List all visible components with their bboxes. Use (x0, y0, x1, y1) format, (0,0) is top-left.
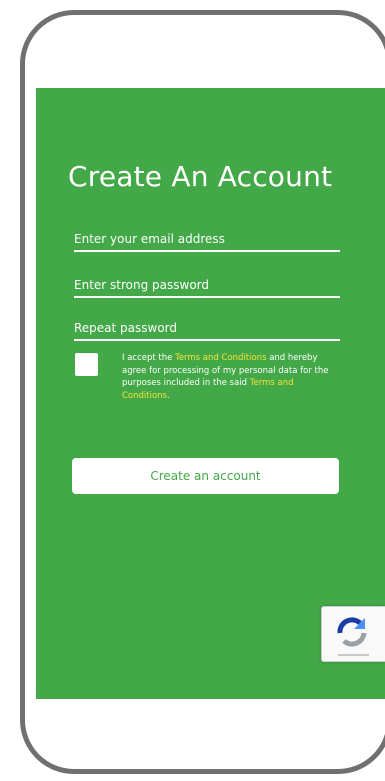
recaptcha-caption (338, 654, 369, 656)
password-field[interactable] (74, 274, 340, 298)
terms-text-part-1: I accept the (122, 353, 176, 363)
recaptcha-badge[interactable] (321, 606, 385, 662)
create-account-button[interactable]: Create an account (72, 458, 339, 494)
terms-link[interactable]: Terms and Conditions (175, 353, 266, 363)
recaptcha-icon (337, 617, 367, 647)
terms-checkbox[interactable] (75, 353, 98, 376)
email-field[interactable] (74, 228, 340, 252)
repeat-password-field[interactable] (74, 317, 340, 341)
signup-screen: Create An Account I accept the Terms and… (36, 88, 385, 699)
password-field-container (74, 274, 340, 298)
repeat-password-field-container (74, 317, 340, 341)
terms-text: I accept the Terms and Conditions and he… (122, 352, 342, 402)
email-field-container (74, 228, 340, 252)
terms-text-part-3: . (167, 390, 170, 401)
page-title: Create An Account (68, 160, 333, 193)
